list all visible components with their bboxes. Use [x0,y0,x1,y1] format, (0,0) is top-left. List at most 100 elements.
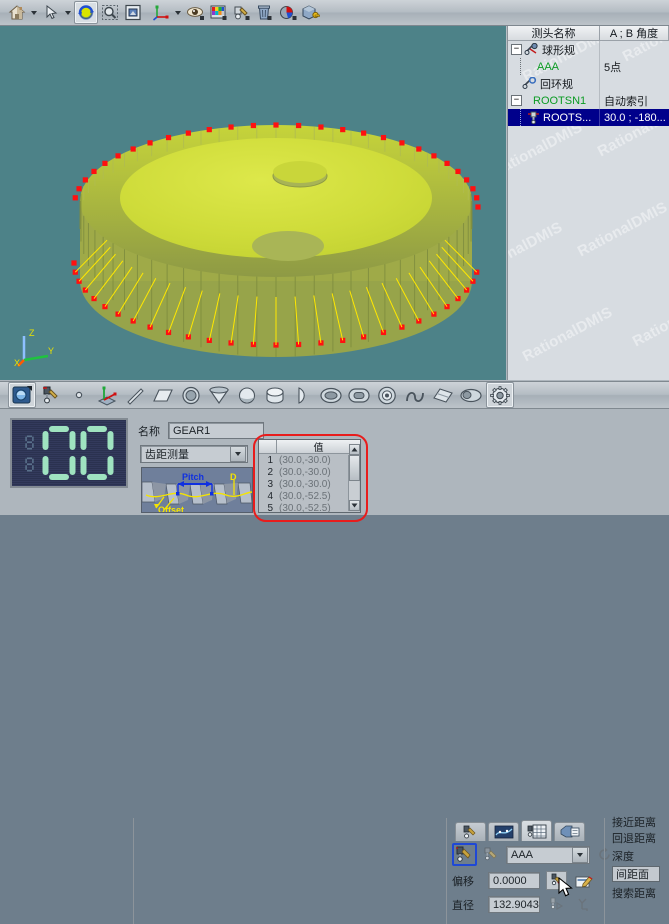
tab-gear[interactable] [521,820,552,841]
measure-element-icon[interactable] [8,382,36,408]
mini-digit-8 [25,457,34,472]
home-icon[interactable] [6,2,28,23]
select-dropdown-caret[interactable] [63,3,72,23]
cube-key-icon[interactable] [299,2,321,23]
probe-head-icon [527,111,540,124]
pie-chart-icon[interactable] [276,2,298,23]
offset-label: Offset [158,505,184,513]
element-toolbar [0,381,669,409]
slot-icon[interactable] [346,383,372,407]
watermark-text: RationalDMIS [520,304,615,366]
scroll-up-button[interactable] [349,444,360,455]
axis-y-label: Y [48,346,54,356]
tree-row-ring-gauge[interactable]: 回环规 [508,75,669,92]
diameter-input[interactable]: 132.9043 [488,896,540,913]
coordinate-system-icon[interactable] [94,383,120,407]
tree-column-header-angle[interactable]: A ; B 角度 [600,26,669,40]
output-tab-icon [560,825,580,839]
retract-distance-label: 回退距离 [612,830,669,846]
tree-row-rootsn1[interactable]: − ROOTSN1 自动索引 [508,92,669,109]
probe-sphere-icon [524,43,539,56]
circle-icon[interactable] [178,383,204,407]
select-arrow-icon[interactable] [40,2,62,23]
values-list-header: 值 [259,440,360,454]
axis-triad-icon: Z Y X [14,322,60,368]
probe-tool-icon[interactable] [230,2,252,23]
curve-icon[interactable] [402,383,428,407]
probe-combo[interactable]: AAA [506,846,590,864]
diameter-pick-start-icon[interactable] [546,895,567,914]
gear-measure-icon[interactable] [486,382,514,408]
expander-icon[interactable]: − [511,95,522,106]
fit-view-icon[interactable] [122,2,144,23]
probe-tree-panel[interactable]: RationalDMIS RationalDMIS RationalDMIS R… [507,26,669,380]
axis-triad-icon[interactable] [150,2,172,23]
plane-icon[interactable] [150,383,176,407]
surface-icon[interactable] [430,383,456,407]
expander-icon[interactable]: − [511,44,522,55]
top-toolbar [0,0,669,26]
diameter-pick-end-icon[interactable] [573,895,594,914]
torus-icon[interactable] [374,383,400,407]
probe-select-button[interactable] [452,843,477,866]
3d-gear-viewport[interactable]: Z Y X [0,26,506,380]
panel-divider [604,818,605,924]
list-item[interactable]: 5 (30.0,-52.5) [259,502,360,514]
feature-name-label: 名称 [138,423,160,439]
list-item[interactable]: 1 (30.0,-30.0) [259,454,360,466]
parameter-tabs [455,820,585,841]
probe-config-icon[interactable] [38,383,64,407]
tree-row-label: ROOTS... [543,112,591,124]
tree-column-header-name[interactable]: 测头名称 [508,26,600,40]
zoom-window-icon[interactable] [99,2,121,23]
watermark-text: RationalDMIS [507,219,565,281]
half-cylinder-icon[interactable] [290,383,316,407]
measurement-values-list[interactable]: 值 1 (30.0,-30.0) 2 (30.0,-30.0) 3 (30.0,… [258,439,361,513]
mini-digit-8 [25,435,34,450]
pitch-surface-field[interactable]: 间距面 [612,866,660,882]
line-icon[interactable] [122,383,148,407]
eye-visibility-icon[interactable] [184,2,206,23]
cone-surface-icon[interactable] [458,383,484,407]
home-dropdown-caret[interactable] [29,3,38,23]
panel-divider [446,818,447,924]
color-palette-icon[interactable] [207,2,229,23]
feature-name-input[interactable]: GEAR1 [168,422,264,439]
tree-row-aaa[interactable]: AAA 5点 [508,58,669,75]
probe-secondary-icon[interactable] [481,845,502,864]
values-list-header-value: 值 [277,440,360,453]
sphere-icon[interactable] [234,383,260,407]
watermark-text: RationalDMIS [575,199,669,261]
trash-icon[interactable] [253,2,275,23]
chevron-down-icon[interactable] [572,847,588,863]
list-item[interactable]: 2 (30.0,-30.0) [259,466,360,478]
axis-x-label: X [14,358,20,368]
measurement-mode-combo[interactable]: 齿距测量 [140,445,248,463]
cylinder-icon[interactable] [262,383,288,407]
tree-row-sphere-gauge[interactable]: − 球形规 [508,41,669,58]
pick-offset-button[interactable] [546,871,567,890]
row-index: 2 [259,467,276,478]
tree-row-roots-selected[interactable]: ROOTS... 30.0 ; -180... [508,109,669,126]
axis-dropdown-caret[interactable] [173,3,182,23]
tree-row-label: 回环规 [540,76,573,92]
tree-row-value: 自动索引 [600,93,669,109]
offset-input[interactable]: 0.0000 [488,872,540,889]
point-icon[interactable] [66,383,92,407]
watermark-text: RationalDMIS [630,289,669,351]
rotate-view-icon[interactable] [74,1,98,24]
chevron-down-icon[interactable] [230,446,246,462]
probe-tab-icon [461,825,481,839]
edit-offset-button[interactable] [573,871,594,890]
ellipse-icon[interactable] [318,383,344,407]
list-item[interactable]: 3 (30.0,-30.0) [259,478,360,490]
scroll-down-button[interactable] [349,500,360,511]
pitch-label: Pitch [182,472,204,482]
values-list-scrollbar[interactable] [348,455,359,511]
gear-model [0,26,506,380]
pitch-offset-diagram: Pitch D Offset [141,467,253,513]
scrollbar-thumb[interactable] [349,455,360,481]
cone-icon[interactable] [206,383,232,407]
panel-divider [133,818,134,924]
list-item[interactable]: 4 (30.0,-52.5) [259,490,360,502]
